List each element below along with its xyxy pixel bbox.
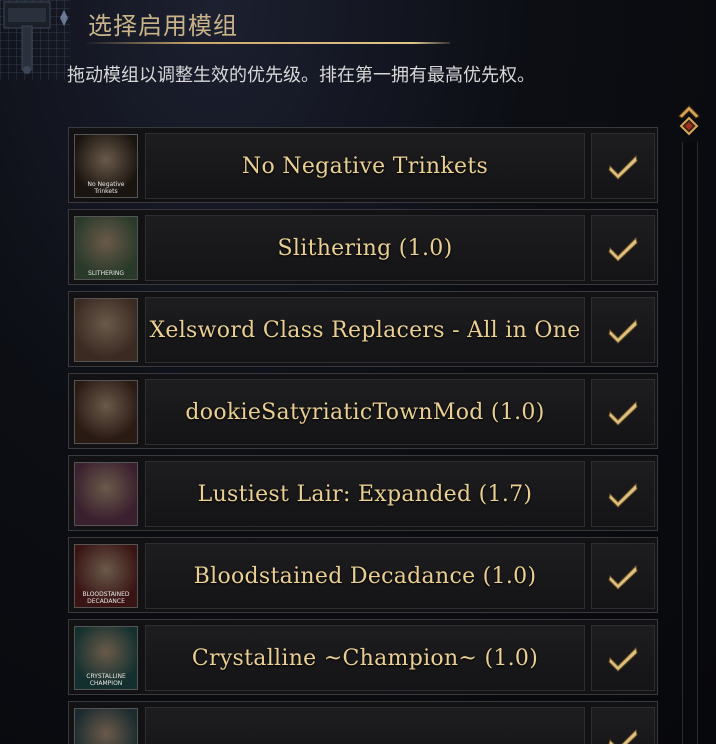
mod-name-box[interactable] (145, 707, 585, 744)
scroll-up-button[interactable] (676, 100, 702, 142)
checkmark-icon (608, 400, 638, 426)
lair-thumb-icon (74, 462, 138, 526)
enable-checkbox[interactable] (591, 707, 655, 744)
mod-row[interactable]: BLOODSTAINED DECADANCE Bloodstained Decad… (68, 537, 658, 613)
mod-thumb-caption: SLITHERING (88, 270, 124, 277)
mod-name-box[interactable]: Bloodstained Decadance (1.0) (145, 543, 585, 609)
mod-name-box[interactable]: No Negative Trinkets (145, 133, 585, 199)
mod-thumb-caption: BLOODSTAINED DECADANCE (82, 591, 130, 605)
portrait-thumb-icon (74, 298, 138, 362)
instructions-text: 拖动模组以调整生效的优先级。排在第一拥有最高优先权。 (67, 65, 535, 86)
mod-name-box[interactable]: Crystalline ~Champion~ (1.0) (145, 625, 585, 691)
title-underline (84, 42, 450, 44)
checkmark-icon (608, 236, 638, 262)
scrollbar[interactable] (676, 100, 702, 744)
enable-checkbox[interactable] (591, 297, 655, 363)
crystalline-thumb-icon: CRYSTALLINE CHAMPION (74, 626, 138, 690)
checkmark-icon (608, 564, 638, 590)
checkmark-icon (608, 318, 638, 344)
title-bar: 选择启用模组 (84, 2, 450, 44)
mod-name-box[interactable]: Slithering (1.0) (145, 215, 585, 281)
checkmark-icon (608, 482, 638, 508)
bloodstained-thumb-icon: BLOODSTAINED DECADANCE (74, 544, 138, 608)
enable-checkbox[interactable] (591, 625, 655, 691)
mod-name-box[interactable]: Xelsword Class Replacers - All in One (145, 297, 585, 363)
mod-row[interactable]: SLITHERING Slithering (1.0) (68, 209, 658, 285)
mod-thumb-caption: CRYSTALLINE CHAMPION (86, 673, 126, 687)
mod-name-box[interactable]: dookieSatyriaticTownMod (1.0) (145, 379, 585, 445)
mod-row[interactable]: Lustiest Lair: Expanded (1.7) (68, 455, 658, 531)
hammer-emblem-icon (3, 1, 68, 74)
mod-name: Bloodstained Decadance (1.0) (193, 563, 537, 589)
trinket-thumb-icon: No Negative Trinkets (74, 134, 138, 198)
mod-name: Xelsword Class Replacers - All in One (149, 317, 581, 343)
scroll-track[interactable] (682, 142, 698, 744)
mod-list: No Negative Trinkets No Negative Trinkets… (68, 127, 660, 744)
portrait-thumb-icon (74, 380, 138, 444)
mod-name-box[interactable]: Lustiest Lair: Expanded (1.7) (145, 461, 585, 527)
checkmark-icon (608, 154, 638, 180)
enable-checkbox[interactable] (591, 461, 655, 527)
slithering-thumb-icon: SLITHERING (74, 216, 138, 280)
portrait-thumb-icon (74, 708, 138, 744)
enable-checkbox[interactable] (591, 543, 655, 609)
enable-checkbox[interactable] (591, 379, 655, 445)
mod-name: Lustiest Lair: Expanded (1.7) (197, 481, 533, 507)
page-title: 选择启用模组 (88, 12, 238, 40)
checkmark-icon (608, 728, 638, 744)
checkmark-icon (608, 646, 638, 672)
chevron-up-icon (678, 105, 700, 136)
corner-emblem (0, 0, 70, 80)
mod-thumb-caption: No Negative Trinkets (87, 181, 125, 195)
mod-name: dookieSatyriaticTownMod (1.0) (185, 399, 545, 425)
mod-row[interactable]: No Negative Trinkets No Negative Trinkets (68, 127, 658, 203)
mod-row[interactable] (68, 701, 658, 744)
mod-name: Slithering (1.0) (277, 235, 453, 261)
mod-name: Crystalline ~Champion~ (1.0) (191, 645, 539, 671)
mod-row[interactable]: dookieSatyriaticTownMod (1.0) (68, 373, 658, 449)
mod-row[interactable]: Xelsword Class Replacers - All in One (68, 291, 658, 367)
enable-checkbox[interactable] (591, 133, 655, 199)
mod-name: No Negative Trinkets (241, 153, 489, 179)
mod-row[interactable]: CRYSTALLINE CHAMPION Crystalline ~Champio… (68, 619, 658, 695)
enable-checkbox[interactable] (591, 215, 655, 281)
